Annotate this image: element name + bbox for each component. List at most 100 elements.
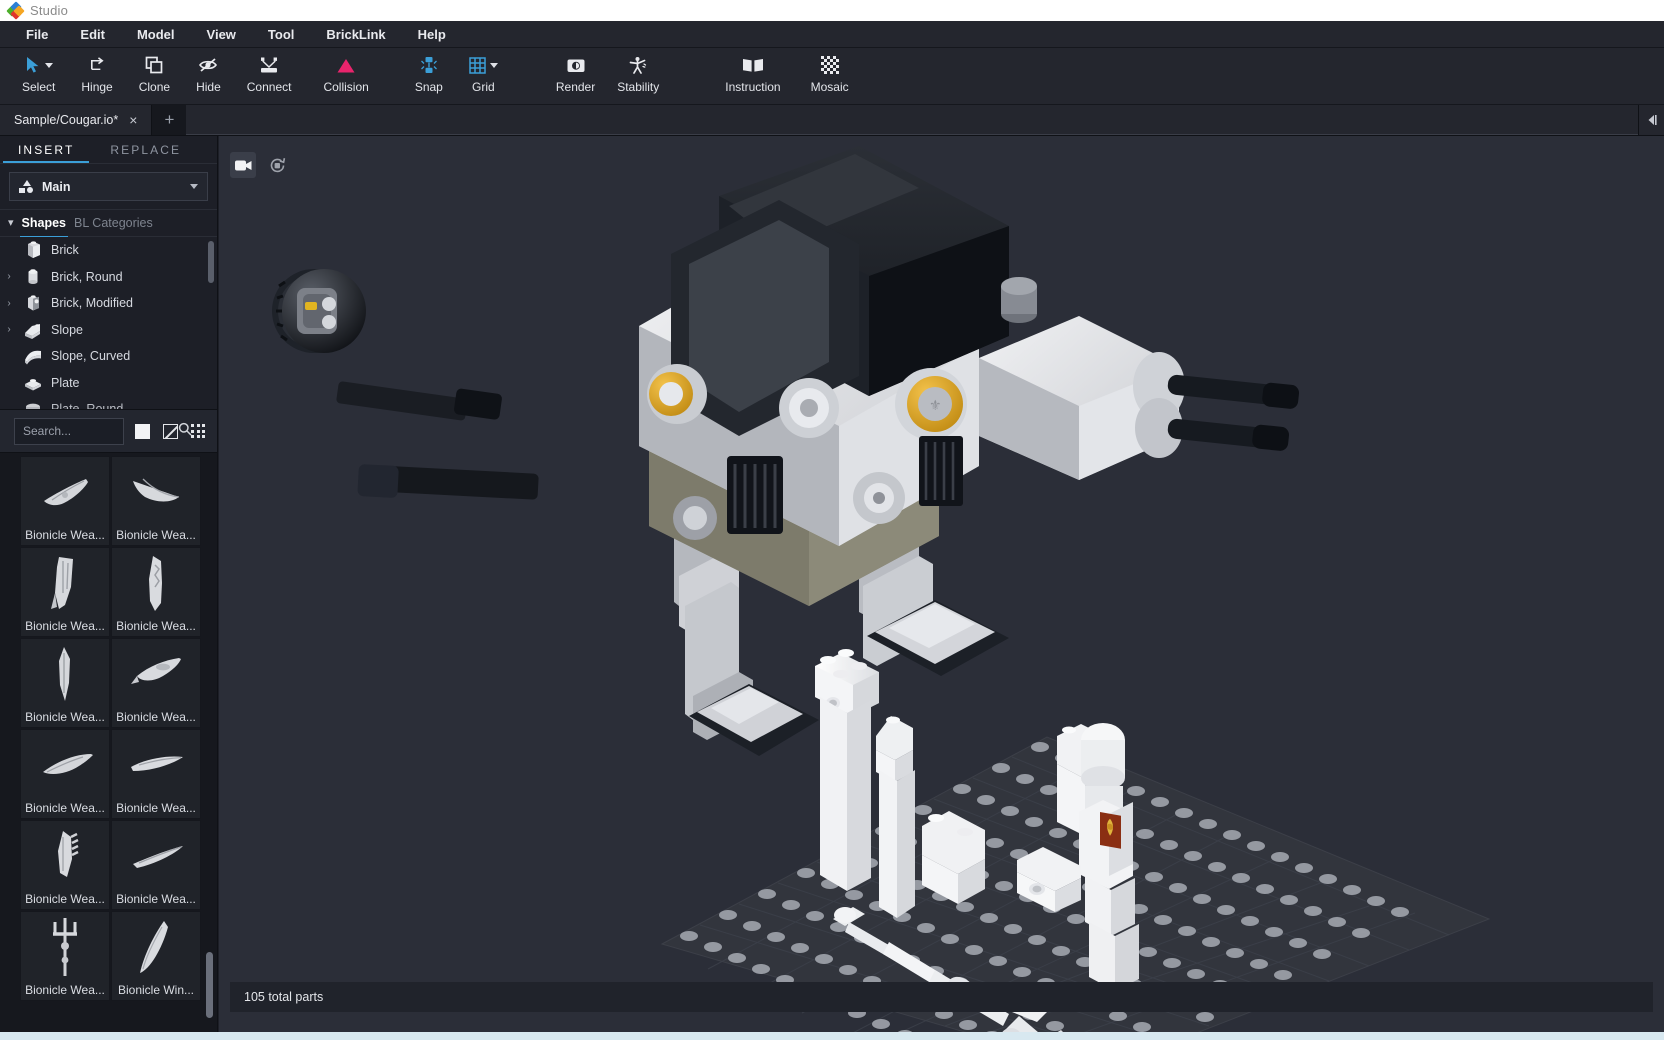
search-input[interactable]	[23, 424, 178, 438]
tool-hide[interactable]: Hide	[188, 48, 229, 94]
shape-row-brick-round[interactable]: › Brick, Round	[0, 264, 217, 291]
brick-round-thumb-icon	[21, 266, 45, 288]
close-icon[interactable]: ×	[127, 113, 139, 127]
parts-grid-scrollbar[interactable]	[206, 952, 213, 1018]
rotate-reset-icon[interactable]	[264, 152, 290, 178]
3d-scene: ⚜	[219, 136, 1664, 1040]
bionicle-blade-thumb-icon	[21, 548, 109, 619]
bionicle-blade-thumb-icon	[21, 639, 109, 710]
shape-row-plate-round[interactable]: Plate, Round	[0, 396, 217, 409]
menu-item-tool[interactable]: Tool	[252, 21, 310, 48]
tab-insert[interactable]: INSERT	[0, 136, 92, 163]
collision-triangle-icon	[336, 54, 356, 76]
viewport-tools	[230, 152, 290, 178]
tool-instruction[interactable]: Instruction	[717, 48, 788, 94]
parts-grid[interactable]: Bionicle Wea... Bionicle Wea... Bionicle…	[0, 453, 217, 1040]
part-cell[interactable]: Bionicle Wea...	[111, 547, 201, 637]
shape-row-slope[interactable]: › Slope	[0, 317, 217, 344]
collapse-panel-icon[interactable]	[1638, 105, 1664, 135]
tool-connect-label: Connect	[246, 80, 292, 94]
part-label: Bionicle Win...	[117, 983, 195, 997]
insert-panel: INSERT REPLACE Main ▾ Shapes BL Categori…	[0, 136, 218, 1040]
document-tab-bar: Sample/Cougar.io* × +	[0, 105, 1664, 136]
no-color-swatch-icon[interactable]	[162, 420, 180, 442]
tool-mosaic[interactable]: Mosaic	[803, 48, 857, 94]
palette-select[interactable]: Main	[9, 172, 208, 201]
tab-replace[interactable]: REPLACE	[92, 136, 199, 163]
document-tab-cougar[interactable]: Sample/Cougar.io* ×	[0, 105, 153, 135]
menu-item-bricklink[interactable]: BrickLink	[310, 21, 401, 48]
tool-render[interactable]: Render	[548, 48, 603, 94]
shape-row-plate[interactable]: Plate	[0, 370, 217, 397]
chevron-down-icon[interactable]: ▾	[8, 217, 14, 229]
plate-round-thumb-icon	[21, 398, 45, 409]
tool-collision[interactable]: Collision	[315, 48, 376, 94]
status-bar: 105 total parts	[230, 982, 1653, 1012]
bionicle-trident-thumb-icon	[21, 912, 109, 983]
part-label: Bionicle Wea...	[116, 710, 196, 724]
part-cell[interactable]: Bionicle Wea...	[111, 638, 201, 728]
shapes-list-scrollbar[interactable]	[208, 241, 214, 283]
menu-item-model[interactable]: Model	[121, 21, 191, 48]
part-cell[interactable]: Bionicle Wea...	[111, 456, 201, 546]
snap-icon	[419, 54, 439, 76]
tool-collision-label: Collision	[323, 80, 369, 94]
bionicle-blade-thumb-icon	[112, 639, 200, 710]
shape-label: Slope, Curved	[51, 349, 131, 364]
expand-arrow-icon[interactable]: ›	[3, 298, 15, 309]
document-tab-label: Sample/Cougar.io*	[14, 113, 119, 127]
camera-render-icon	[566, 54, 586, 76]
color-swatch-white-icon[interactable]	[134, 420, 152, 442]
shape-row-brick-modified[interactable]: › Brick, Modified	[0, 290, 217, 317]
shape-label: Plate	[51, 375, 80, 390]
menu-item-help[interactable]: Help	[402, 21, 462, 48]
mech-model: ⚜	[272, 146, 1300, 756]
insert-replace-tabs: INSERT REPLACE	[0, 136, 217, 164]
expand-arrow-icon[interactable]: ›	[3, 271, 15, 282]
menu-item-edit[interactable]: Edit	[64, 21, 121, 48]
category-tabs: ▾ Shapes BL Categories	[0, 210, 217, 238]
part-cell[interactable]: Bionicle Win...	[111, 911, 201, 1001]
brick-modified-thumb-icon	[21, 292, 45, 314]
new-tab-button[interactable]: +	[152, 105, 186, 135]
tool-hinge-label: Hinge	[81, 80, 113, 94]
bionicle-blade-thumb-icon	[112, 457, 200, 528]
tool-grid-label: Grid	[472, 80, 495, 94]
tool-clone[interactable]: Clone	[131, 48, 178, 94]
tool-snap[interactable]: Snap	[407, 48, 451, 94]
bionicle-spiked-blade-thumb-icon	[21, 821, 109, 892]
tool-hinge[interactable]: Hinge	[73, 48, 120, 94]
tool-connect[interactable]: Connect	[239, 48, 300, 94]
model-viewport[interactable]: ⚜ 105 total parts	[219, 136, 1664, 1040]
title-bar: Studio	[0, 0, 1664, 21]
palette-select-value: Main	[42, 179, 71, 194]
part-cell[interactable]: Bionicle Wea...	[20, 820, 110, 910]
part-cell[interactable]: Bionicle Wea...	[20, 638, 110, 728]
shape-category-list[interactable]: Brick › Brick, Round › Brick, Modified ›…	[0, 237, 217, 409]
part-cell[interactable]: Bionicle Wea...	[20, 547, 110, 637]
hinge-rotate-icon	[88, 54, 107, 76]
tool-select[interactable]: Select	[14, 48, 63, 94]
tool-stability[interactable]: Stability	[609, 48, 667, 94]
tool-mosaic-label: Mosaic	[810, 80, 849, 94]
shape-row-slope-curved[interactable]: Slope, Curved	[0, 343, 217, 370]
part-cell[interactable]: Bionicle Wea...	[111, 729, 201, 819]
tab-bl-categories[interactable]: BL Categories	[74, 216, 153, 231]
search-input-wrap[interactable]	[14, 417, 192, 445]
expand-arrow-icon[interactable]: ›	[3, 324, 15, 335]
tool-grid[interactable]: Grid	[461, 48, 506, 94]
bionicle-blade-thumb-icon	[21, 457, 109, 528]
tab-shapes[interactable]: Shapes	[19, 216, 69, 238]
app-title: Studio	[30, 3, 69, 18]
menu-bar: File Edit Model View Tool BrickLink Help	[0, 21, 1664, 48]
shape-row-brick[interactable]: Brick	[0, 237, 217, 264]
part-cell[interactable]: Bionicle Wea...	[20, 456, 110, 546]
menu-item-file[interactable]: File	[10, 21, 64, 48]
menu-item-view[interactable]: View	[191, 21, 252, 48]
part-cell[interactable]: Bionicle Wea...	[20, 729, 110, 819]
part-cell[interactable]: Bionicle Wea...	[20, 911, 110, 1001]
camera-icon[interactable]	[230, 152, 256, 178]
tab-bar-filler	[186, 105, 1638, 135]
part-cell[interactable]: Bionicle Wea...	[111, 820, 201, 910]
grid-view-icon[interactable]	[189, 420, 207, 442]
